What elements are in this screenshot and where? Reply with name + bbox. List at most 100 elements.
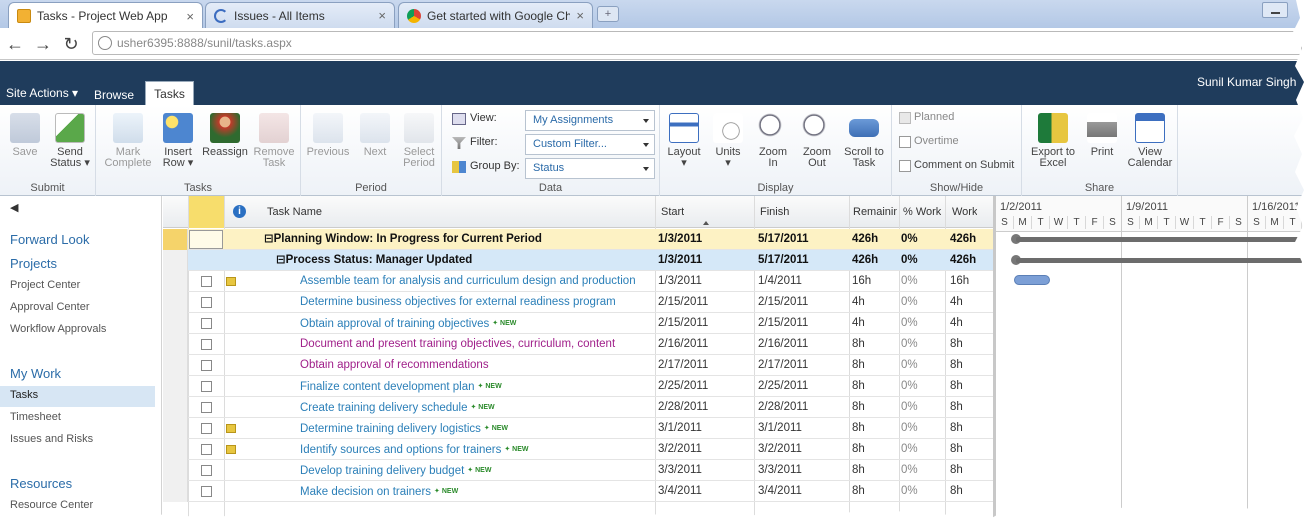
row-checkbox[interactable] [201, 465, 212, 476]
task-pct-work[interactable]: 0% [901, 376, 943, 397]
task-name-link[interactable]: Determine training delivery logistics ✦ N… [300, 418, 654, 439]
task-pct-work[interactable]: 0% [901, 355, 943, 376]
comment-on-submit-checkbox[interactable] [899, 160, 911, 172]
task-name-link[interactable]: Finalize content development plan ✦ NEW [300, 376, 654, 397]
view-calendar-button[interactable]: View Calendar [1126, 113, 1174, 169]
table-row[interactable]: Document and present training objectives… [163, 334, 993, 355]
column-header-remaining[interactable]: Remaining [853, 206, 897, 218]
task-name-link[interactable]: Create training delivery schedule ✦ NEW [300, 397, 654, 418]
row-checkbox[interactable] [201, 339, 212, 350]
task-finish[interactable]: 3/2/2011 [758, 439, 848, 460]
nav-projects[interactable]: Projects [10, 256, 57, 271]
task-start[interactable]: 3/3/2011 [658, 460, 753, 481]
row-selector[interactable] [163, 334, 188, 355]
task-pct-work[interactable]: 0% [901, 439, 943, 460]
task-name-link[interactable]: Make decision on trainers ✦ NEW [300, 481, 654, 502]
task-remaining[interactable]: 8h [852, 439, 897, 460]
task-work[interactable]: 8h [950, 376, 992, 397]
row-checkbox[interactable] [201, 444, 212, 455]
task-work[interactable]: 16h [950, 271, 992, 292]
row-checkbox[interactable] [201, 318, 212, 329]
close-icon[interactable]: × [186, 9, 194, 24]
row-checkbox[interactable] [201, 381, 212, 392]
table-row[interactable]: Obtain approval of training objectives ✦ … [163, 313, 993, 334]
nav-resources[interactable]: Resources [10, 476, 72, 491]
task-name-link[interactable]: Identify sources and options for trainer… [300, 439, 654, 460]
row-selector[interactable] [163, 418, 188, 439]
table-row[interactable]: Identify sources and options for trainer… [163, 439, 993, 460]
zoom-out-button[interactable]: Zoom Out [798, 113, 836, 169]
nav-forward-look[interactable]: Forward Look [10, 232, 89, 247]
task-start[interactable]: 2/17/2011 [658, 355, 753, 376]
nav-approval-center[interactable]: Approval Center [10, 301, 90, 313]
task-start[interactable]: 2/25/2011 [658, 376, 753, 397]
task-start[interactable]: 3/1/2011 [658, 418, 753, 439]
table-row[interactable]: Determine training delivery logistics ✦ N… [163, 418, 993, 439]
units-button[interactable]: Units ▾ [710, 113, 746, 169]
group-row-process-status[interactable]: ⊟Process Status: Manager Updated 1/3/201… [163, 250, 993, 271]
nav-timesheet[interactable]: Timesheet [10, 411, 61, 423]
header-select-cell[interactable] [188, 196, 224, 228]
task-finish[interactable]: 3/4/2011 [758, 481, 848, 502]
task-pct-work[interactable]: 0% [901, 313, 943, 334]
nav-workflow-approvals[interactable]: Workflow Approvals [10, 323, 106, 335]
task-work[interactable]: 8h [950, 355, 992, 376]
task-work[interactable]: 8h [950, 439, 992, 460]
task-start[interactable]: 2/15/2011 [658, 292, 753, 313]
task-remaining[interactable]: 8h [852, 376, 897, 397]
site-actions-menu[interactable]: Site Actions ▾ [6, 86, 78, 100]
reassign-button[interactable]: Reassign [200, 113, 250, 158]
task-name-link[interactable]: Obtain approval of training objectives ✦ … [300, 313, 654, 334]
task-remaining[interactable]: 8h [852, 397, 897, 418]
table-row[interactable]: Finalize content development plan ✦ NEW 2/… [163, 376, 993, 397]
row-checkbox[interactable] [201, 402, 212, 413]
task-remaining[interactable]: 16h [852, 271, 897, 292]
minimize-window-button[interactable] [1262, 2, 1288, 18]
row-selector[interactable] [163, 460, 188, 481]
reload-icon[interactable]: ↻ [60, 33, 82, 55]
scroll-to-task-button[interactable]: Scroll to Task [840, 113, 888, 169]
task-remaining[interactable]: 8h [852, 460, 897, 481]
collapse-icon[interactable]: ⊟ [276, 254, 286, 266]
task-remaining[interactable]: 4h [852, 313, 897, 334]
column-header-task-name[interactable]: Task Name [267, 206, 322, 218]
filter-dropdown[interactable]: Custom Filter... [525, 134, 655, 155]
task-start[interactable]: 2/16/2011 [658, 334, 753, 355]
nav-resource-center[interactable]: Resource Center [10, 499, 93, 511]
task-start[interactable]: 3/2/2011 [658, 439, 753, 460]
zoom-in-button[interactable]: Zoom In [754, 113, 792, 169]
remove-task-button[interactable]: Remove Task [252, 113, 296, 169]
table-row[interactable]: Make decision on trainers ✦ NEW 3/4/2011 3/… [163, 481, 993, 502]
task-name-link[interactable]: Document and present training objectives… [300, 334, 654, 355]
task-finish[interactable]: 2/15/2011 [758, 313, 848, 334]
planned-checkbox[interactable] [899, 112, 911, 124]
task-finish[interactable]: 2/17/2011 [758, 355, 848, 376]
browser-tab-tasks[interactable]: Tasks - Project Web App × [8, 2, 203, 29]
row-checkbox[interactable] [201, 360, 212, 371]
row-selector[interactable] [163, 481, 188, 502]
gantt-task-bar[interactable] [1014, 275, 1050, 285]
table-row[interactable]: Assemble team for analysis and curriculu… [163, 271, 993, 292]
overtime-checkbox[interactable] [899, 136, 911, 148]
task-work[interactable]: 8h [950, 481, 992, 502]
next-button[interactable]: Next [357, 113, 393, 158]
task-finish[interactable]: 3/1/2011 [758, 418, 848, 439]
new-tab-button[interactable]: + [597, 6, 619, 22]
row-selector[interactable] [163, 250, 188, 271]
nav-project-center[interactable]: Project Center [10, 279, 80, 291]
row-selector[interactable] [163, 376, 188, 397]
task-pct-work[interactable]: 0% [901, 397, 943, 418]
column-header-finish[interactable]: Finish [760, 206, 789, 218]
task-finish[interactable]: 1/4/2011 [758, 271, 848, 292]
task-work[interactable]: 8h [950, 334, 992, 355]
layout-button[interactable]: Layout ▾ [666, 113, 702, 169]
task-name-link[interactable]: Assemble team for analysis and curriculu… [300, 271, 654, 292]
user-name[interactable]: Sunil Kumar Singh [1197, 75, 1296, 89]
close-icon[interactable]: × [378, 8, 386, 23]
selected-cell[interactable] [189, 230, 223, 249]
select-period-button[interactable]: Select Period [399, 113, 439, 169]
view-dropdown[interactable]: My Assignments [525, 110, 655, 131]
nav-tasks[interactable]: Tasks [10, 389, 38, 401]
row-selector[interactable] [163, 229, 188, 250]
task-pct-work[interactable]: 0% [901, 460, 943, 481]
